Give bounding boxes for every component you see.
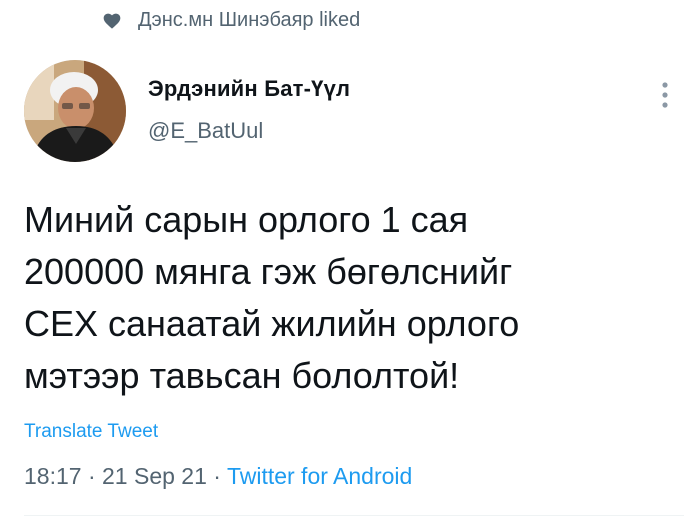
tweet-text-line: 200000 мянга гэж бөгөлснийг [24,251,513,292]
heart-icon [103,13,121,29]
tweet-source-link[interactable]: Twitter for Android [227,463,412,489]
tweet-date[interactable]: 21 Sep 21 [102,463,207,489]
meta-separator: · [213,463,221,489]
tweet-screen: Дэнс.мн Шинэбаяр liked Эрдэнийн Бат-Үүл … [0,0,684,526]
tweet-text-line: Миний сарын орлого 1 сая [24,199,469,240]
translate-tweet-link[interactable]: Translate Tweet [24,421,158,443]
social-context[interactable]: Дэнс.мн Шинэбаяр liked [103,9,361,32]
author-name[interactable]: Эрдэнийн Бат-Үүл [148,76,350,102]
social-context-text: Дэнс.мн Шинэбаяр liked [138,9,361,31]
author-handle[interactable]: @E_BatUul [148,118,263,144]
tweet-text: Миний сарын орлого 1 сая 200000 мянга гэ… [24,194,664,402]
avatar[interactable] [24,60,126,162]
meta-separator: · [87,463,96,489]
avatar-image [24,60,126,162]
divider [24,515,684,516]
tweet-text-line: СЕХ санаатай жилийн орлого [24,303,520,344]
tweet-meta: 18:17 · 21 Sep 21 · Twitter for Android [24,463,412,490]
tweet-time[interactable]: 18:17 [24,463,82,489]
more-options-icon[interactable] [660,80,670,110]
tweet-text-line: мэтээр тавьсан бололтой! [24,355,460,396]
